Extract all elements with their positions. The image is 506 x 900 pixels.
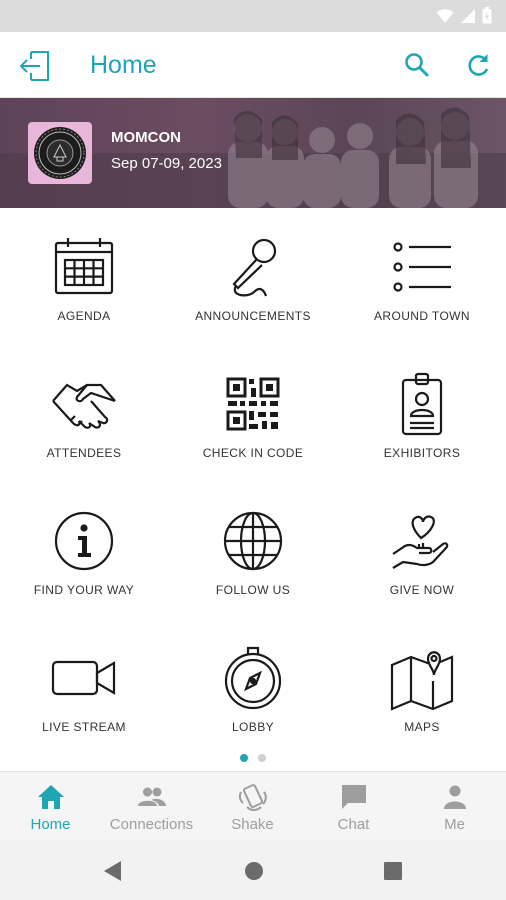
tile-exhibitors[interactable]: EXHIBITORS: [338, 345, 506, 482]
calendar-icon: [54, 238, 114, 295]
tile-give-now[interactable]: GIVE NOW: [338, 482, 506, 619]
tile-check-in-code[interactable]: CHECK IN CODE: [169, 345, 337, 482]
tab-home[interactable]: Home: [0, 772, 101, 842]
tab-connections[interactable]: Connections: [101, 772, 202, 842]
tile-label: AROUND TOWN: [374, 309, 470, 323]
tab-label: Shake: [231, 816, 274, 833]
search-button[interactable]: [402, 50, 432, 80]
tab-label: Home: [30, 816, 71, 833]
signal-icon: [461, 8, 475, 23]
search-icon: [405, 53, 429, 77]
tile-label: LIVE STREAM: [42, 720, 126, 734]
tile-around-town[interactable]: AROUND TOWN: [338, 208, 506, 345]
tab-shake[interactable]: Shake: [202, 772, 303, 842]
compass-icon: [224, 646, 282, 710]
tab-chat[interactable]: Chat: [303, 772, 404, 842]
back-button[interactable]: [100, 858, 126, 884]
page-title: Home: [90, 51, 157, 79]
tile-label: ATTENDEES: [46, 446, 122, 460]
back-triangle-icon: [104, 861, 121, 881]
tile-announcements[interactable]: ANNOUNCEMENTS: [169, 208, 337, 345]
tile-label: FOLLOW US: [215, 583, 291, 597]
microphone-icon: [232, 238, 277, 297]
status-icons: [436, 7, 492, 24]
tile-label: MAPS: [404, 720, 440, 734]
home-circle-icon: [245, 862, 263, 880]
chat-bubble-icon: [341, 785, 366, 809]
event-name: MOMCON: [111, 129, 181, 146]
event-logo: [28, 122, 92, 184]
tile-find-your-way[interactable]: FIND YOUR WAY: [0, 482, 168, 619]
tab-label: Me: [444, 816, 465, 833]
tab-me[interactable]: Me: [404, 772, 505, 842]
person-icon: [443, 785, 466, 809]
refresh-button[interactable]: [463, 50, 493, 80]
tile-label: ANNOUNCEMENTS: [195, 309, 311, 323]
handshake-icon: [52, 383, 116, 429]
id-badge-icon: [401, 372, 443, 436]
heart-hand-icon: [392, 515, 449, 569]
tile-maps[interactable]: MAPS: [338, 619, 506, 756]
system-nav-bar: [0, 841, 506, 900]
recents-square-icon: [384, 862, 402, 880]
home-icon: [37, 785, 64, 809]
tile-follow-us[interactable]: FOLLOW US: [169, 482, 337, 619]
globe-icon: [223, 511, 283, 571]
recents-button[interactable]: [380, 858, 406, 884]
people-icon: [137, 787, 166, 806]
map-icon: [390, 651, 454, 711]
tile-label: EXHIBITORS: [383, 446, 461, 460]
home-nav-button[interactable]: [241, 858, 267, 884]
tile-label: FIND YOUR WAY: [33, 583, 135, 597]
tile-label: AGENDA: [57, 309, 111, 323]
tile-lobby[interactable]: LOBBY: [169, 619, 337, 756]
feature-grid: AGENDA ANNOUNCEMENTS AROUND TOWN ATTENDE…: [0, 208, 506, 756]
qr-code-icon: [226, 377, 280, 431]
page-indicator: [0, 752, 506, 764]
tile-live-stream[interactable]: LIVE STREAM: [0, 619, 168, 756]
app-bar: Home: [0, 32, 506, 98]
tile-label: LOBBY: [231, 720, 275, 734]
refresh-icon: [468, 54, 489, 76]
page-dot-active[interactable]: [240, 754, 248, 762]
logout-icon: [19, 51, 49, 81]
shake-phone-icon: [238, 784, 267, 811]
tab-label: Chat: [337, 816, 370, 833]
event-banner[interactable]: MOMCON Sep 07-09, 2023: [0, 98, 506, 208]
page-dot[interactable]: [258, 754, 266, 762]
tab-label: Connections: [109, 816, 194, 833]
seal-icon: [34, 127, 86, 179]
bottom-tab-bar: Home Connections Shake Chat Me: [0, 771, 506, 841]
video-camera-icon: [51, 660, 116, 696]
event-dates: Sep 07-09, 2023: [111, 155, 222, 172]
wifi-icon: [436, 8, 454, 23]
list-icon: [393, 242, 451, 292]
tile-label: CHECK IN CODE: [202, 446, 304, 460]
tile-label: GIVE NOW: [389, 583, 455, 597]
battery-icon: [482, 7, 492, 24]
info-icon: [54, 511, 114, 571]
status-bar: [0, 0, 506, 32]
logout-button[interactable]: [18, 48, 54, 84]
tile-attendees[interactable]: ATTENDEES: [0, 345, 168, 482]
tile-agenda[interactable]: AGENDA: [0, 208, 168, 345]
